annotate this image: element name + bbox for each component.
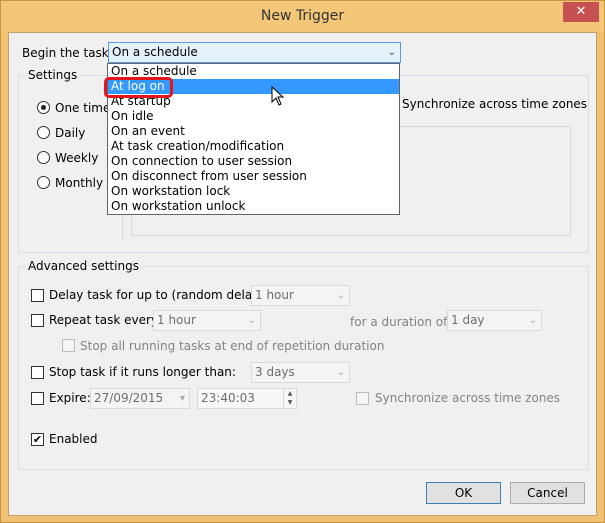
chevron-down-icon: ⌄ <box>387 47 396 58</box>
begin-task-label: Begin the task: <box>22 46 113 60</box>
expire-date-value: 27/09/2015 <box>94 391 164 405</box>
calendar-dropdown-icon: ▾ <box>179 393 185 404</box>
settings-group-title: Settings <box>25 68 81 82</box>
time-spinner-icon[interactable]: ▲ ▼ <box>283 389 296 408</box>
chevron-down-icon: ⌄ <box>247 315 256 326</box>
dropdown-option[interactable]: On workstation lock <box>108 184 399 199</box>
repeat-checkbox[interactable] <box>31 314 44 327</box>
chevron-down-icon: ⌄ <box>336 290 345 301</box>
stop-long-label: Stop task if it runs longer than: <box>49 365 236 379</box>
delay-select[interactable]: 1 hour ⌄ <box>251 285 350 306</box>
chevron-down-icon: ⌄ <box>528 315 537 326</box>
repeat-value: 1 hour <box>157 313 196 327</box>
cancel-button[interactable]: Cancel <box>510 482 585 504</box>
title-bar[interactable]: New Trigger ✕ <box>1 1 604 32</box>
annotation-highlight <box>104 77 173 98</box>
expire-sync-checkbox[interactable] <box>356 392 369 405</box>
radio-weekly[interactable] <box>37 151 50 164</box>
expire-time-input[interactable]: 23:40:03 ▲ ▼ <box>197 388 297 409</box>
expire-time-value: 23:40:03 <box>201 391 255 405</box>
settings-sync-label: Synchronize across time zones <box>402 97 588 111</box>
radio-monthly[interactable] <box>37 176 50 189</box>
ok-button[interactable]: OK <box>426 482 501 504</box>
radio-monthly-label: Monthly <box>55 176 104 190</box>
expire-date-picker[interactable]: 27/09/2015 ▾ <box>90 388 190 409</box>
expire-sync-label: Synchronize across time zones <box>375 391 561 405</box>
begin-task-value: On a schedule <box>112 45 198 59</box>
begin-task-select[interactable]: On a schedule ⌄ <box>108 42 401 63</box>
radio-daily-label: Daily <box>55 126 86 140</box>
dropdown-option[interactable]: On disconnect from user session <box>108 169 399 184</box>
expire-checkbox[interactable] <box>31 392 44 405</box>
enabled-checkbox[interactable]: ✔ <box>31 433 44 446</box>
radio-one-time-label: One time <box>55 101 111 115</box>
dropdown-option[interactable]: On workstation unlock <box>108 199 399 214</box>
advanced-settings-title: Advanced settings <box>25 259 142 273</box>
stop-all-checkbox[interactable] <box>62 339 75 352</box>
stop-long-checkbox[interactable] <box>31 366 44 379</box>
dropdown-option[interactable]: On an event <box>108 124 399 139</box>
mouse-cursor-icon <box>271 86 285 106</box>
duration-select[interactable]: 1 day ⌄ <box>447 310 542 331</box>
delay-checkbox[interactable] <box>31 289 44 302</box>
delay-label: Delay task for up to (random delay): <box>49 288 269 302</box>
radio-daily[interactable] <box>37 126 50 139</box>
radio-one-time[interactable] <box>37 101 50 114</box>
dropdown-option[interactable]: On connection to user session <box>108 154 399 169</box>
radio-weekly-label: Weekly <box>55 151 99 165</box>
enabled-label: Enabled <box>49 432 98 446</box>
window-title: New Trigger <box>260 8 345 24</box>
stop-long-select[interactable]: 3 days ⌄ <box>251 362 350 383</box>
repeat-select[interactable]: 1 hour ⌄ <box>153 310 261 331</box>
close-button[interactable]: ✕ <box>563 2 599 22</box>
stop-long-value: 3 days <box>255 365 295 379</box>
duration-label: for a duration of: <box>350 315 451 329</box>
delay-value: 1 hour <box>255 288 294 302</box>
dropdown-option[interactable]: On idle <box>108 109 399 124</box>
dropdown-option[interactable]: At task creation/modification <box>108 139 399 154</box>
expire-label: Expire: <box>49 391 91 405</box>
chevron-down-icon: ⌄ <box>336 367 345 378</box>
stop-all-label: Stop all running tasks at end of repetit… <box>80 339 385 353</box>
duration-value: 1 day <box>451 313 485 327</box>
repeat-label: Repeat task every: <box>49 313 162 327</box>
